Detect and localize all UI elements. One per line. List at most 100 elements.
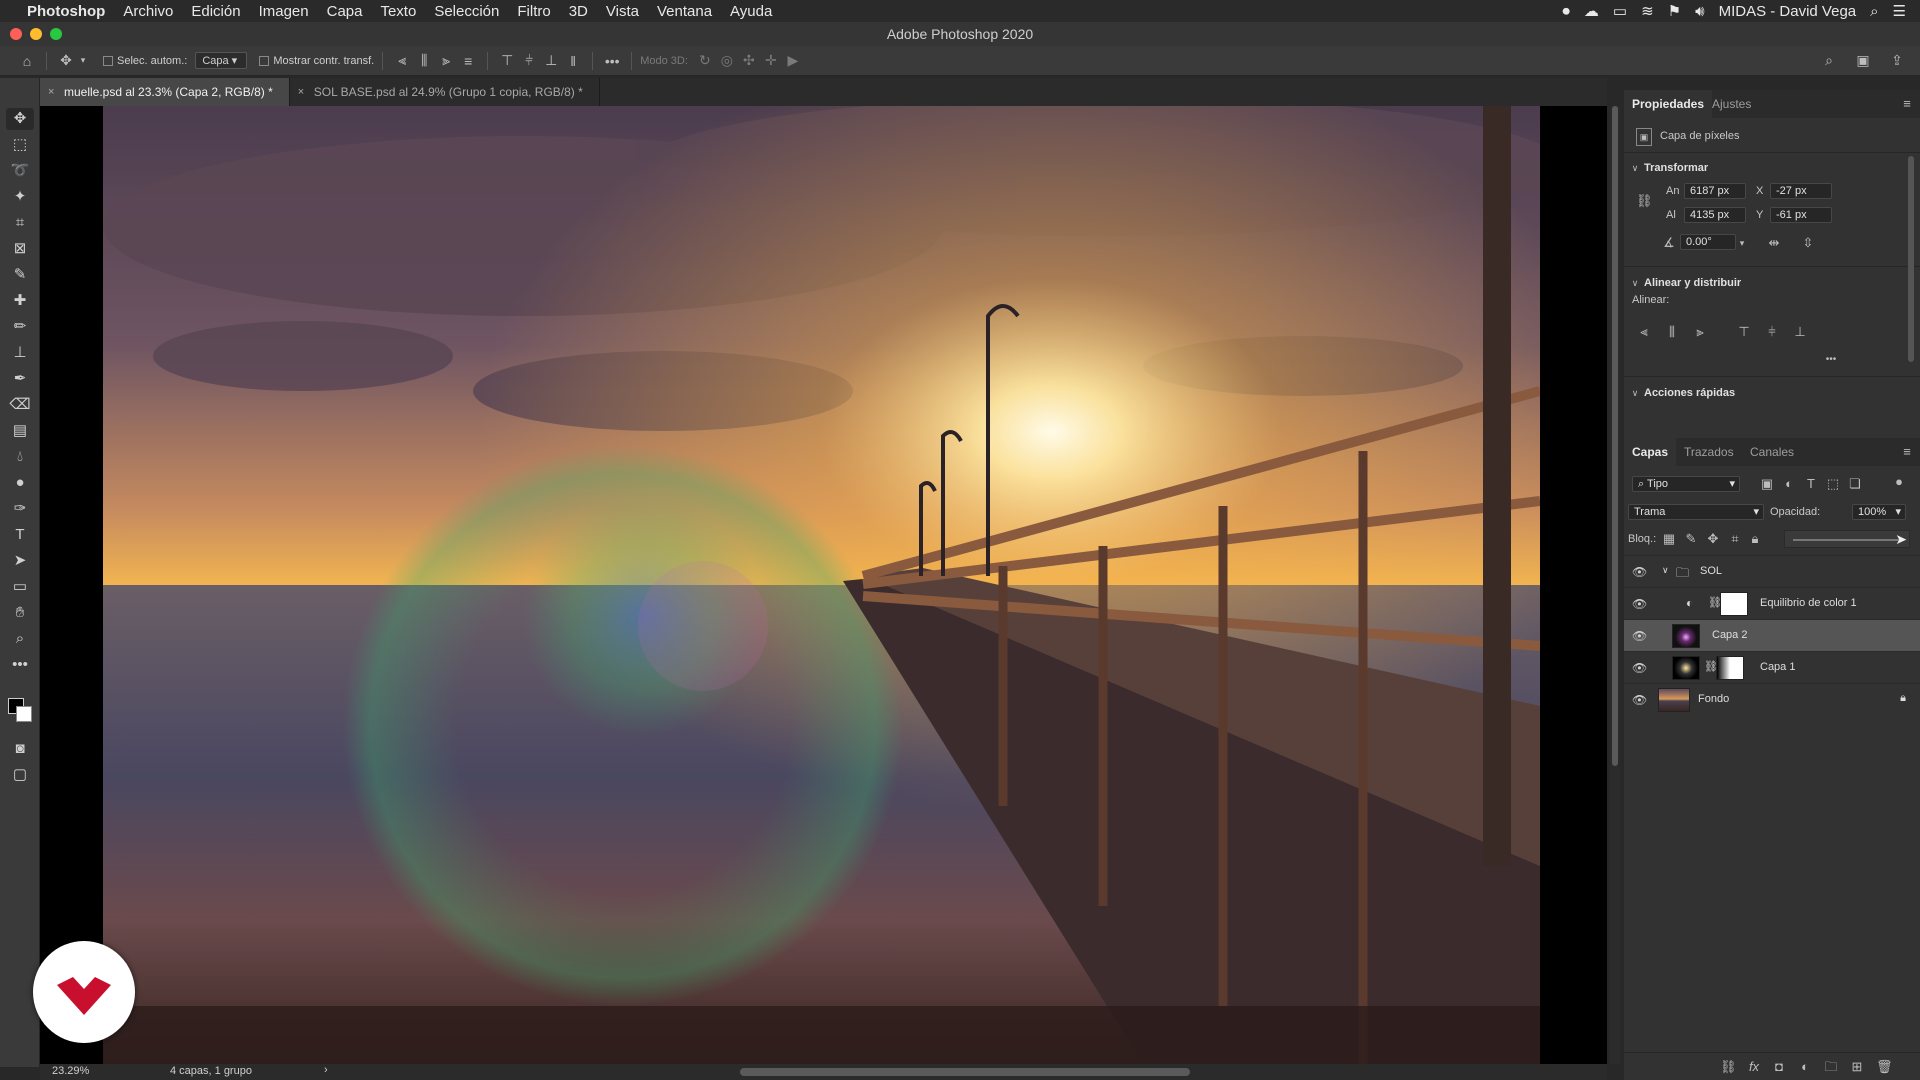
- tab-properties[interactable]: Propiedades: [1624, 90, 1713, 118]
- width-field[interactable]: 6187 px: [1684, 183, 1746, 199]
- chevron-down-icon[interactable]: ∨: [1630, 385, 1640, 401]
- marquee-tool-icon[interactable]: ⬚: [6, 134, 34, 156]
- new-group-icon[interactable]: 🗀: [1824, 1059, 1838, 1075]
- layer-mask-thumbnail[interactable]: [1720, 592, 1748, 616]
- layer-row-fondo[interactable]: 👁︎ Fondo 🔒︎: [1624, 683, 1920, 715]
- record-icon[interactable]: ⏺: [1562, 3, 1570, 20]
- orbit-3d-icon[interactable]: ↻: [694, 52, 716, 69]
- lock-icon[interactable]: 🔒︎: [1900, 692, 1906, 705]
- search-icon[interactable]: ⌕: [1818, 52, 1840, 69]
- menu-app-name[interactable]: Photoshop: [18, 3, 114, 20]
- background-color-swatch[interactable]: [16, 706, 32, 722]
- properties-scrollbar[interactable]: [1908, 156, 1914, 362]
- flip-vertical-icon[interactable]: ⇳: [1800, 235, 1816, 251]
- trash-icon[interactable]: 🗑︎: [1876, 1059, 1893, 1075]
- document-canvas-image[interactable]: [103, 106, 1540, 1064]
- magic-wand-icon[interactable]: ✦: [6, 186, 34, 208]
- zoom-tool-icon[interactable]: ⌕: [6, 628, 34, 650]
- minimize-window-button[interactable]: [30, 28, 42, 40]
- home-icon[interactable]: ⌂: [16, 53, 38, 69]
- move-tool-icon[interactable]: ✥: [55, 52, 77, 69]
- height-field[interactable]: 4135 px: [1684, 207, 1746, 223]
- x-field[interactable]: -27 px: [1770, 183, 1832, 199]
- panel-menu-icon[interactable]: ≡: [1900, 96, 1914, 112]
- close-tab-icon[interactable]: ×: [298, 78, 304, 106]
- screen-mode-icon[interactable]: ▢: [6, 764, 34, 786]
- align-top-icon[interactable]: ⊤: [496, 52, 518, 69]
- menu-archivo[interactable]: Archivo: [114, 3, 182, 20]
- flip-horizontal-icon[interactable]: ⇹: [1766, 235, 1782, 251]
- visibility-eye-icon[interactable]: 👁︎: [1632, 565, 1647, 579]
- new-adjustment-icon[interactable]: ◐: [1798, 1059, 1812, 1075]
- layer-filter-dropdown[interactable]: ⌕ Tipo ▾: [1632, 476, 1740, 492]
- display-icon[interactable]: ▭: [1613, 2, 1627, 20]
- visibility-eye-icon[interactable]: 👁︎: [1632, 629, 1647, 643]
- tab-sol-base[interactable]: × SOL BASE.psd al 24.9% (Grupo 1 copia, …: [290, 78, 600, 106]
- control-center-icon[interactable]: ☰: [1893, 2, 1906, 20]
- opacity-slider-popup[interactable]: ➤: [1784, 530, 1910, 548]
- more-align-button[interactable]: •••: [1816, 352, 1846, 368]
- filter-shape-icon[interactable]: ⬚: [1826, 476, 1840, 492]
- menu-texto[interactable]: Texto: [371, 3, 425, 20]
- align-top-icon[interactable]: ⊤: [1736, 324, 1752, 340]
- distribute-v-icon[interactable]: ‖: [562, 53, 584, 69]
- filter-type-icon[interactable]: T: [1804, 476, 1818, 492]
- history-brush-icon[interactable]: ✒: [6, 368, 34, 390]
- lasso-tool-icon[interactable]: ➰: [6, 160, 34, 182]
- visibility-eye-icon[interactable]: 👁︎: [1632, 693, 1647, 707]
- chevron-down-icon[interactable]: ∨: [1662, 565, 1669, 576]
- layer-thumbnail[interactable]: [1672, 656, 1700, 680]
- align-vcenter-icon[interactable]: ⫩: [518, 52, 540, 69]
- tab-muelle[interactable]: × muelle.psd al 23.3% (Capa 2, RGB/8) *: [40, 78, 290, 106]
- align-hcenter-icon[interactable]: ⫼: [413, 52, 435, 69]
- menu-capa[interactable]: Capa: [318, 3, 372, 20]
- layer-row-sol[interactable]: 👁︎ ∨ 🗀 SOL: [1624, 555, 1920, 587]
- volume-icon[interactable]: 🔊︎: [1695, 3, 1704, 20]
- eraser-tool-icon[interactable]: ⌫: [6, 394, 34, 416]
- lock-transparency-icon[interactable]: ▦: [1662, 531, 1676, 547]
- link-layers-icon[interactable]: ⛓: [1720, 1059, 1737, 1075]
- gradient-tool-icon[interactable]: ▤: [6, 420, 34, 442]
- visibility-eye-icon[interactable]: 👁︎: [1632, 661, 1647, 675]
- tab-paths[interactable]: Trazados: [1676, 438, 1742, 466]
- show-transform-checkbox[interactable]: [259, 55, 270, 66]
- menu-vista[interactable]: Vista: [597, 3, 648, 20]
- auto-select-checkbox[interactable]: [103, 55, 113, 66]
- align-bottom-icon[interactable]: ⊥: [1792, 324, 1808, 340]
- align-vcenter-icon[interactable]: ⫩: [1764, 324, 1780, 340]
- align-right-icon[interactable]: ⫸: [435, 52, 457, 69]
- brush-tool-icon[interactable]: ✏: [6, 316, 34, 338]
- chevron-down-icon[interactable]: ▾: [77, 55, 89, 66]
- chevron-down-icon[interactable]: ∨: [1630, 160, 1640, 176]
- path-select-icon[interactable]: ➤: [6, 550, 34, 572]
- lock-position-icon[interactable]: ✥: [1706, 531, 1720, 547]
- hand-tool-icon[interactable]: ✋︎: [6, 602, 34, 624]
- opacity-slider-track[interactable]: [1793, 539, 1903, 541]
- menu-ventana[interactable]: Ventana: [648, 3, 721, 20]
- vertical-scrollbar[interactable]: [1610, 106, 1620, 1064]
- scrollbar-thumb[interactable]: [1612, 106, 1618, 766]
- menu-edicion[interactable]: Edición: [182, 3, 249, 20]
- menu-filtro[interactable]: Filtro: [508, 3, 559, 20]
- close-tab-icon[interactable]: ×: [48, 78, 54, 106]
- pan-3d-icon[interactable]: ✣: [738, 52, 760, 69]
- slide-3d-icon[interactable]: ✛: [760, 52, 782, 69]
- align-left-icon[interactable]: ⫷: [391, 52, 413, 69]
- zoom-level[interactable]: 23.29%: [52, 1065, 89, 1077]
- more-tools-icon[interactable]: •••: [6, 654, 34, 676]
- align-hcenter-icon[interactable]: ⫼: [1664, 324, 1680, 340]
- close-window-button[interactable]: [10, 28, 22, 40]
- flag-icon[interactable]: ⚑: [1668, 2, 1681, 20]
- align-section-title[interactable]: Alinear y distribuir: [1644, 277, 1741, 289]
- chevron-down-icon[interactable]: ▾: [1736, 235, 1748, 251]
- filter-adjustment-icon[interactable]: ◐: [1782, 476, 1796, 492]
- menu-seleccion[interactable]: Selección: [425, 3, 508, 20]
- filter-smart-object-icon[interactable]: ❏: [1848, 476, 1862, 492]
- layer-mask-thumbnail[interactable]: [1716, 656, 1744, 680]
- chevron-down-icon[interactable]: ∨: [1630, 275, 1640, 291]
- horizontal-scrollbar-thumb[interactable]: [740, 1068, 1190, 1076]
- move-tool-icon[interactable]: ✥: [6, 108, 34, 130]
- menu-imagen[interactable]: Imagen: [250, 3, 318, 20]
- align-bottom-icon[interactable]: ⊥: [540, 52, 562, 69]
- distribute-icon[interactable]: ≡: [457, 53, 479, 69]
